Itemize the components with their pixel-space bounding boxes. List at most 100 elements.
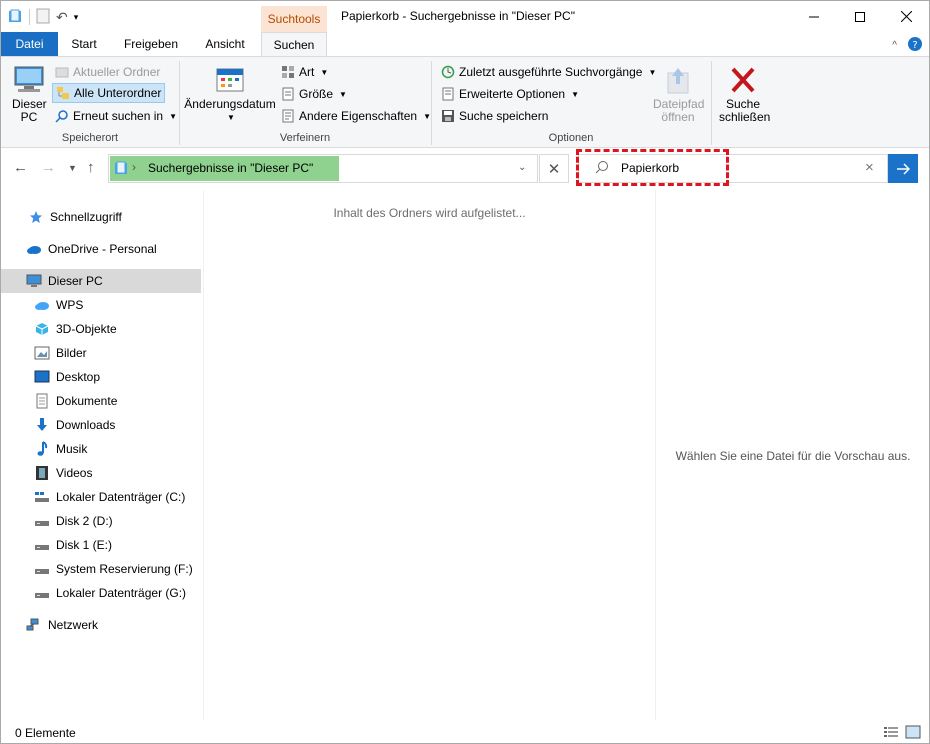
- recent-locations-icon[interactable]: ▼: [68, 163, 77, 173]
- nav-item-documents[interactable]: Dokumente: [1, 389, 201, 413]
- network-icon: [26, 617, 42, 633]
- navigation-pane: Schnellzugriff OneDrive - Personal Diese…: [1, 190, 202, 720]
- address-bar[interactable]: › Suchergebnisse in "Dieser PC" ⌄: [108, 154, 538, 183]
- nav-item-videos[interactable]: Videos: [1, 461, 201, 485]
- forward-arrow-icon[interactable]: →: [41, 159, 56, 176]
- dropdown-caret-icon: ▼: [227, 113, 235, 122]
- this-pc-button[interactable]: Dieser PC: [7, 65, 51, 124]
- help-icon[interactable]: ?: [907, 36, 923, 55]
- nav-item-label: Musik: [56, 442, 88, 456]
- size-button[interactable]: Größe ▼: [281, 84, 347, 104]
- tab-suchen[interactable]: Suchen: [261, 32, 327, 57]
- folder-icon: [55, 67, 69, 78]
- ribbon: Dieser PC Aktueller Ordner Alle Unterord…: [1, 56, 929, 148]
- minimize-button[interactable]: [791, 1, 837, 32]
- details-view-icon[interactable]: [883, 725, 899, 742]
- nav-item-pictures[interactable]: Bilder: [1, 341, 201, 365]
- nav-item-label: Downloads: [56, 418, 116, 432]
- document-icon: [34, 393, 50, 409]
- arrow-right-icon: [897, 162, 910, 175]
- up-arrow-icon[interactable]: ↑: [87, 159, 95, 176]
- group-separator: [711, 61, 712, 145]
- date-modified-button[interactable]: Änderungsdatum ▼: [183, 65, 277, 124]
- nav-item-drive-g[interactable]: Lokaler Datenträger (G:): [1, 581, 201, 605]
- tab-datei[interactable]: Datei: [1, 32, 58, 56]
- explorer-window: ↶ ▾ Suchtools Papierkorb - Suchergebniss…: [0, 0, 930, 744]
- maximize-button[interactable]: [837, 1, 883, 32]
- loading-message: Inhalt des Ordners wird aufgelistet...: [333, 206, 526, 220]
- address-path: Suchergebnisse in "Dieser PC": [148, 161, 314, 175]
- nav-item-drive-e[interactable]: Disk 1 (E:): [1, 533, 201, 557]
- tab-start[interactable]: Start: [58, 32, 110, 56]
- search-icon: [595, 160, 609, 177]
- back-arrow-icon[interactable]: ←: [13, 159, 28, 176]
- search-go-button[interactable]: [888, 154, 918, 183]
- recent-searches-label: Zuletzt ausgeführte Suchvorgänge: [459, 65, 643, 79]
- all-subfolders-label: Alle Unterordner: [74, 86, 162, 100]
- nav-item-quick-access[interactable]: Schnellzugriff: [1, 205, 201, 229]
- dropdown-caret-icon: ▼: [339, 89, 347, 99]
- computer-icon: [14, 66, 44, 92]
- nav-item-drive-f[interactable]: System Reservierung (F:): [1, 557, 201, 581]
- properties-icon[interactable]: [36, 8, 50, 27]
- nav-item-label: OneDrive - Personal: [48, 242, 157, 256]
- size-icon: [282, 87, 294, 101]
- tab-freigeben[interactable]: Freigeben: [110, 32, 192, 56]
- date-modified-label: Änderungsdatum: [184, 97, 276, 111]
- nav-item-drive-d[interactable]: Disk 2 (D:): [1, 509, 201, 533]
- nav-item-label: Dokumente: [56, 394, 118, 408]
- all-subfolders-button[interactable]: Alle Unterordner: [52, 83, 166, 103]
- nav-item-label: Schnellzugriff: [50, 210, 122, 224]
- nav-item-desktop[interactable]: Desktop: [1, 365, 201, 389]
- collapse-ribbon-icon[interactable]: ^: [892, 40, 897, 51]
- current-folder-button[interactable]: Aktueller Ordner: [55, 62, 160, 82]
- other-properties-button[interactable]: Andere Eigenschaften ▼: [281, 106, 431, 126]
- calendar-icon: [216, 68, 244, 92]
- search-again-button[interactable]: Erneut suchen in ▼: [55, 106, 177, 126]
- search-again-label: Erneut suchen in: [73, 109, 164, 123]
- kind-button[interactable]: Art ▼: [281, 62, 328, 82]
- nav-item-label: Disk 2 (D:): [56, 514, 113, 528]
- cube-icon: [34, 321, 50, 337]
- close-search-button[interactable]: Suche schließen: [715, 65, 771, 124]
- nav-item-drive-c[interactable]: Lokaler Datenträger (C:): [1, 485, 201, 509]
- recent-searches-icon: [441, 65, 455, 79]
- music-icon: [34, 441, 50, 457]
- advanced-options-button[interactable]: Erweiterte Optionen ▼: [441, 84, 579, 104]
- nav-item-onedrive[interactable]: OneDrive - Personal: [1, 237, 201, 261]
- nav-item-network[interactable]: Netzwerk: [1, 613, 201, 637]
- nav-item-label: Dieser PC: [48, 274, 103, 288]
- large-icons-view-icon[interactable]: [905, 725, 921, 742]
- nav-item-label: Disk 1 (E:): [56, 538, 113, 552]
- nav-item-label: WPS: [56, 298, 84, 312]
- tab-ansicht[interactable]: Ansicht: [192, 32, 258, 56]
- kind-icon: [282, 66, 294, 78]
- drive-icon: [34, 537, 50, 553]
- save-search-button[interactable]: Suche speichern: [441, 106, 548, 126]
- file-list-pane[interactable]: Inhalt des Ordners wird aufgelistet...: [203, 190, 654, 720]
- open-file-location-button[interactable]: Dateipfad öffnen: [649, 65, 707, 124]
- properties-icon: [282, 109, 294, 123]
- close-button[interactable]: [883, 1, 929, 32]
- nav-item-downloads[interactable]: Downloads: [1, 413, 201, 437]
- recent-searches-button[interactable]: Zuletzt ausgeführte Suchvorgänge ▼: [441, 62, 656, 82]
- svg-text:?: ?: [912, 40, 917, 51]
- stop-search-button[interactable]: ✕: [539, 154, 569, 183]
- address-dropdown-icon[interactable]: ⌄: [518, 162, 526, 173]
- nav-item-this-pc[interactable]: Dieser PC: [1, 269, 201, 293]
- clear-search-icon[interactable]: ×: [865, 159, 874, 176]
- nav-item-music[interactable]: Musik: [1, 437, 201, 461]
- search-input[interactable]: Papierkorb: [621, 161, 679, 175]
- download-icon: [34, 417, 50, 433]
- qat-customize-icon[interactable]: ▾: [74, 12, 79, 23]
- nav-item-label: Desktop: [56, 370, 101, 384]
- preview-message: Wählen Sie eine Datei für die Vorschau a…: [675, 449, 911, 463]
- drive-icon: [34, 489, 50, 505]
- nav-item-3d-objects[interactable]: 3D-Objekte: [1, 317, 201, 341]
- undo-icon[interactable]: ↶: [56, 9, 68, 26]
- open-location-icon: [667, 68, 689, 94]
- nav-item-wps[interactable]: WPS: [1, 293, 201, 317]
- nav-item-label: System Reservierung (F:): [56, 562, 193, 576]
- search-again-icon: [55, 110, 68, 123]
- kind-label: Art: [299, 65, 315, 79]
